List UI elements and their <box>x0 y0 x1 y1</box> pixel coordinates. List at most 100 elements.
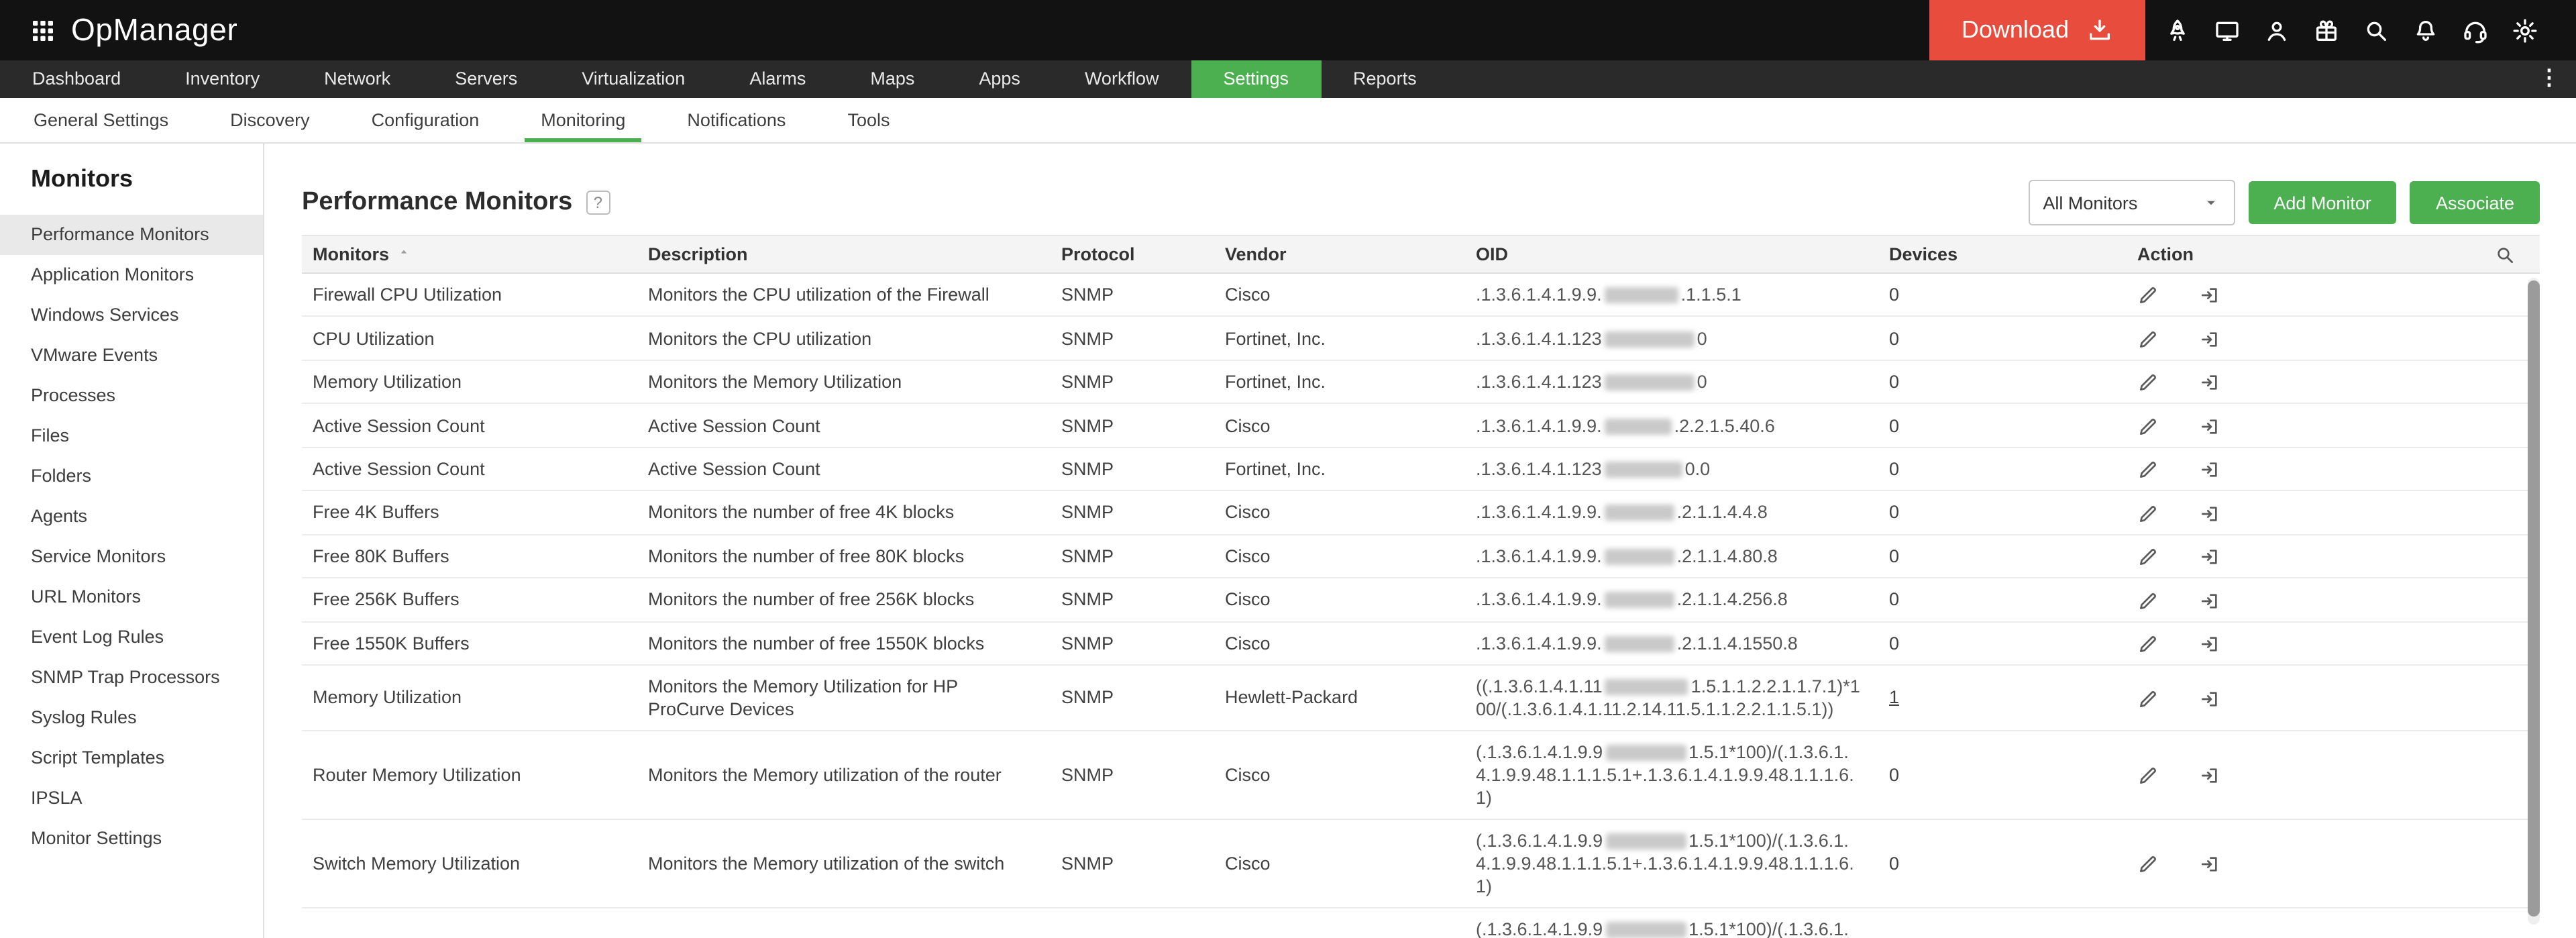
monitor-name-cell[interactable]: Active Session Count <box>302 447 635 492</box>
edit-icon[interactable] <box>2137 285 2159 307</box>
edit-icon[interactable] <box>2137 633 2159 655</box>
monitor-name-cell[interactable]: Firewall CPU Utilization <box>302 273 635 317</box>
subnav-item-general-settings[interactable]: General Settings <box>17 98 184 142</box>
add-monitor-button[interactable]: Add Monitor <box>2248 181 2397 224</box>
edit-icon[interactable] <box>2137 765 2159 786</box>
monitor-name-cell[interactable]: Free 4K Buffers <box>302 490 635 535</box>
nav-item-virtualization[interactable]: Virtualization <box>549 60 717 98</box>
monitor-name-cell[interactable]: Active Session Count <box>302 403 635 448</box>
nav-item-settings[interactable]: Settings <box>1191 60 1322 98</box>
download-button[interactable]: Download <box>1929 0 2145 60</box>
nav-item-dashboard[interactable]: Dashboard <box>0 60 153 98</box>
associate-icon[interactable] <box>2199 546 2220 568</box>
gift-icon[interactable] <box>2313 17 2340 44</box>
redacted-text <box>1605 921 1686 938</box>
monitor-name-cell[interactable]: Router Memory Utilization <box>302 730 635 820</box>
vendor-cell: Cisco <box>1212 907 1462 938</box>
table-scrollbar-thumb[interactable] <box>2528 280 2540 917</box>
associate-icon[interactable] <box>2199 765 2220 786</box>
devices-cell: 1 <box>1876 664 2124 731</box>
sidebar-item-agents[interactable]: Agents <box>0 497 263 537</box>
sidebar-item-files[interactable]: Files <box>0 416 263 456</box>
edit-icon[interactable] <box>2137 372 2159 394</box>
help-icon[interactable]: ? <box>586 191 610 215</box>
apps-grid-icon <box>30 17 56 44</box>
subnav-item-discovery[interactable]: Discovery <box>214 98 326 142</box>
subnav-item-tools[interactable]: Tools <box>831 98 906 142</box>
nav-item-maps[interactable]: Maps <box>838 60 947 98</box>
nav-item-alarms[interactable]: Alarms <box>717 60 838 98</box>
associate-icon[interactable] <box>2199 853 2220 875</box>
monitor-name-cell[interactable]: Switch Memory Utilization <box>302 819 635 908</box>
edit-icon[interactable] <box>2137 416 2159 437</box>
associate-icon[interactable] <box>2199 459 2220 480</box>
opmanager-logo[interactable]: OpManager <box>30 12 237 48</box>
edit-icon[interactable] <box>2137 853 2159 875</box>
headset-icon[interactable] <box>2462 17 2489 44</box>
column-header-monitors[interactable]: Monitors <box>302 235 635 274</box>
content-area: Monitors Performance Monitors Application… <box>0 144 2576 938</box>
protocol-cell: SNMP <box>1048 907 1212 938</box>
associate-icon[interactable] <box>2199 285 2220 307</box>
sidebar-item-vmware-events[interactable]: VMware Events <box>0 335 263 376</box>
subnav-item-configuration[interactable]: Configuration <box>356 98 496 142</box>
redacted-text <box>1604 461 1682 478</box>
monitor-name-cell[interactable]: Cisco Memory Utilization <box>302 907 635 938</box>
nav-item-reports[interactable]: Reports <box>1321 60 1449 98</box>
sidebar-item-service-monitors[interactable]: Service Monitors <box>0 537 263 577</box>
monitor-name-cell[interactable]: Memory Utilization <box>302 360 635 405</box>
edit-icon[interactable] <box>2137 590 2159 611</box>
sidebar-item-script-templates[interactable]: Script Templates <box>0 738 263 778</box>
edit-icon[interactable] <box>2137 329 2159 350</box>
edit-icon[interactable] <box>2137 459 2159 480</box>
monitor-name-cell[interactable]: Free 1550K Buffers <box>302 621 635 666</box>
sidebar-item-performance-monitors[interactable]: Performance Monitors <box>0 215 263 255</box>
sidebar-item-folders[interactable]: Folders <box>0 456 263 497</box>
nav-item-servers[interactable]: Servers <box>423 60 549 98</box>
monitor-filter-dropdown[interactable]: All Monitors <box>2028 180 2235 225</box>
associate-icon[interactable] <box>2199 372 2220 394</box>
gear-icon[interactable] <box>2512 17 2538 44</box>
devices-link[interactable]: 1 <box>1889 688 1899 708</box>
sidebar-item-ipsla[interactable]: IPSLA <box>0 778 263 819</box>
edit-icon[interactable] <box>2137 546 2159 568</box>
search-icon[interactable] <box>2494 244 2516 266</box>
nav-item-workflow[interactable]: Workflow <box>1053 60 1191 98</box>
sidebar-item-snmp-trap-processors[interactable]: SNMP Trap Processors <box>0 658 263 698</box>
nav-item-apps[interactable]: Apps <box>947 60 1053 98</box>
associate-icon[interactable] <box>2199 503 2220 524</box>
monitor-name-cell[interactable]: Free 256K Buffers <box>302 578 635 623</box>
sidebar-item-syslog-rules[interactable]: Syslog Rules <box>0 698 263 738</box>
user-icon[interactable] <box>2263 17 2290 44</box>
sidebar-item-monitor-settings[interactable]: Monitor Settings <box>0 819 263 859</box>
description-cell: Monitors the number of free 4K blocks <box>635 490 1048 535</box>
associate-icon[interactable] <box>2199 633 2220 655</box>
subnav-item-notifications[interactable]: Notifications <box>671 98 802 142</box>
sidebar-item-url-monitors[interactable]: URL Monitors <box>0 577 263 617</box>
monitor-name-cell[interactable]: Memory Utilization <box>302 664 635 731</box>
screen-icon[interactable] <box>2214 17 2241 44</box>
table-scrollbar-track[interactable] <box>2528 278 2540 925</box>
search-icon[interactable] <box>2363 17 2390 44</box>
bell-icon[interactable] <box>2412 17 2439 44</box>
nav-item-network[interactable]: Network <box>292 60 423 98</box>
sidebar-item-windows-services[interactable]: Windows Services <box>0 295 263 335</box>
edit-icon[interactable] <box>2137 503 2159 524</box>
oid-cell: (.1.3.6.1.4.1.9.91.5.1*100)/(.1.3.6.1.4.… <box>1462 730 1876 820</box>
associate-icon[interactable] <box>2199 416 2220 437</box>
edit-icon[interactable] <box>2137 688 2159 709</box>
associate-icon[interactable] <box>2199 329 2220 350</box>
monitor-name-cell[interactable]: CPU Utilization <box>302 316 635 361</box>
associate-button[interactable]: Associate <box>2410 181 2540 224</box>
subnav-item-monitoring[interactable]: Monitoring <box>525 98 642 142</box>
sidebar-item-event-log-rules[interactable]: Event Log Rules <box>0 617 263 658</box>
rocket-icon[interactable] <box>2164 17 2191 44</box>
associate-icon[interactable] <box>2199 688 2220 709</box>
monitor-name-cell[interactable]: Free 80K Buffers <box>302 534 635 579</box>
sidebar-item-processes[interactable]: Processes <box>0 376 263 416</box>
nav-item-inventory[interactable]: Inventory <box>153 60 292 98</box>
sidebar-item-application-monitors[interactable]: Application Monitors <box>0 255 263 295</box>
devices-cell: 0 <box>1876 403 2124 448</box>
associate-icon[interactable] <box>2199 590 2220 611</box>
nav-overflow-button[interactable]: ⋮ <box>2538 60 2560 98</box>
